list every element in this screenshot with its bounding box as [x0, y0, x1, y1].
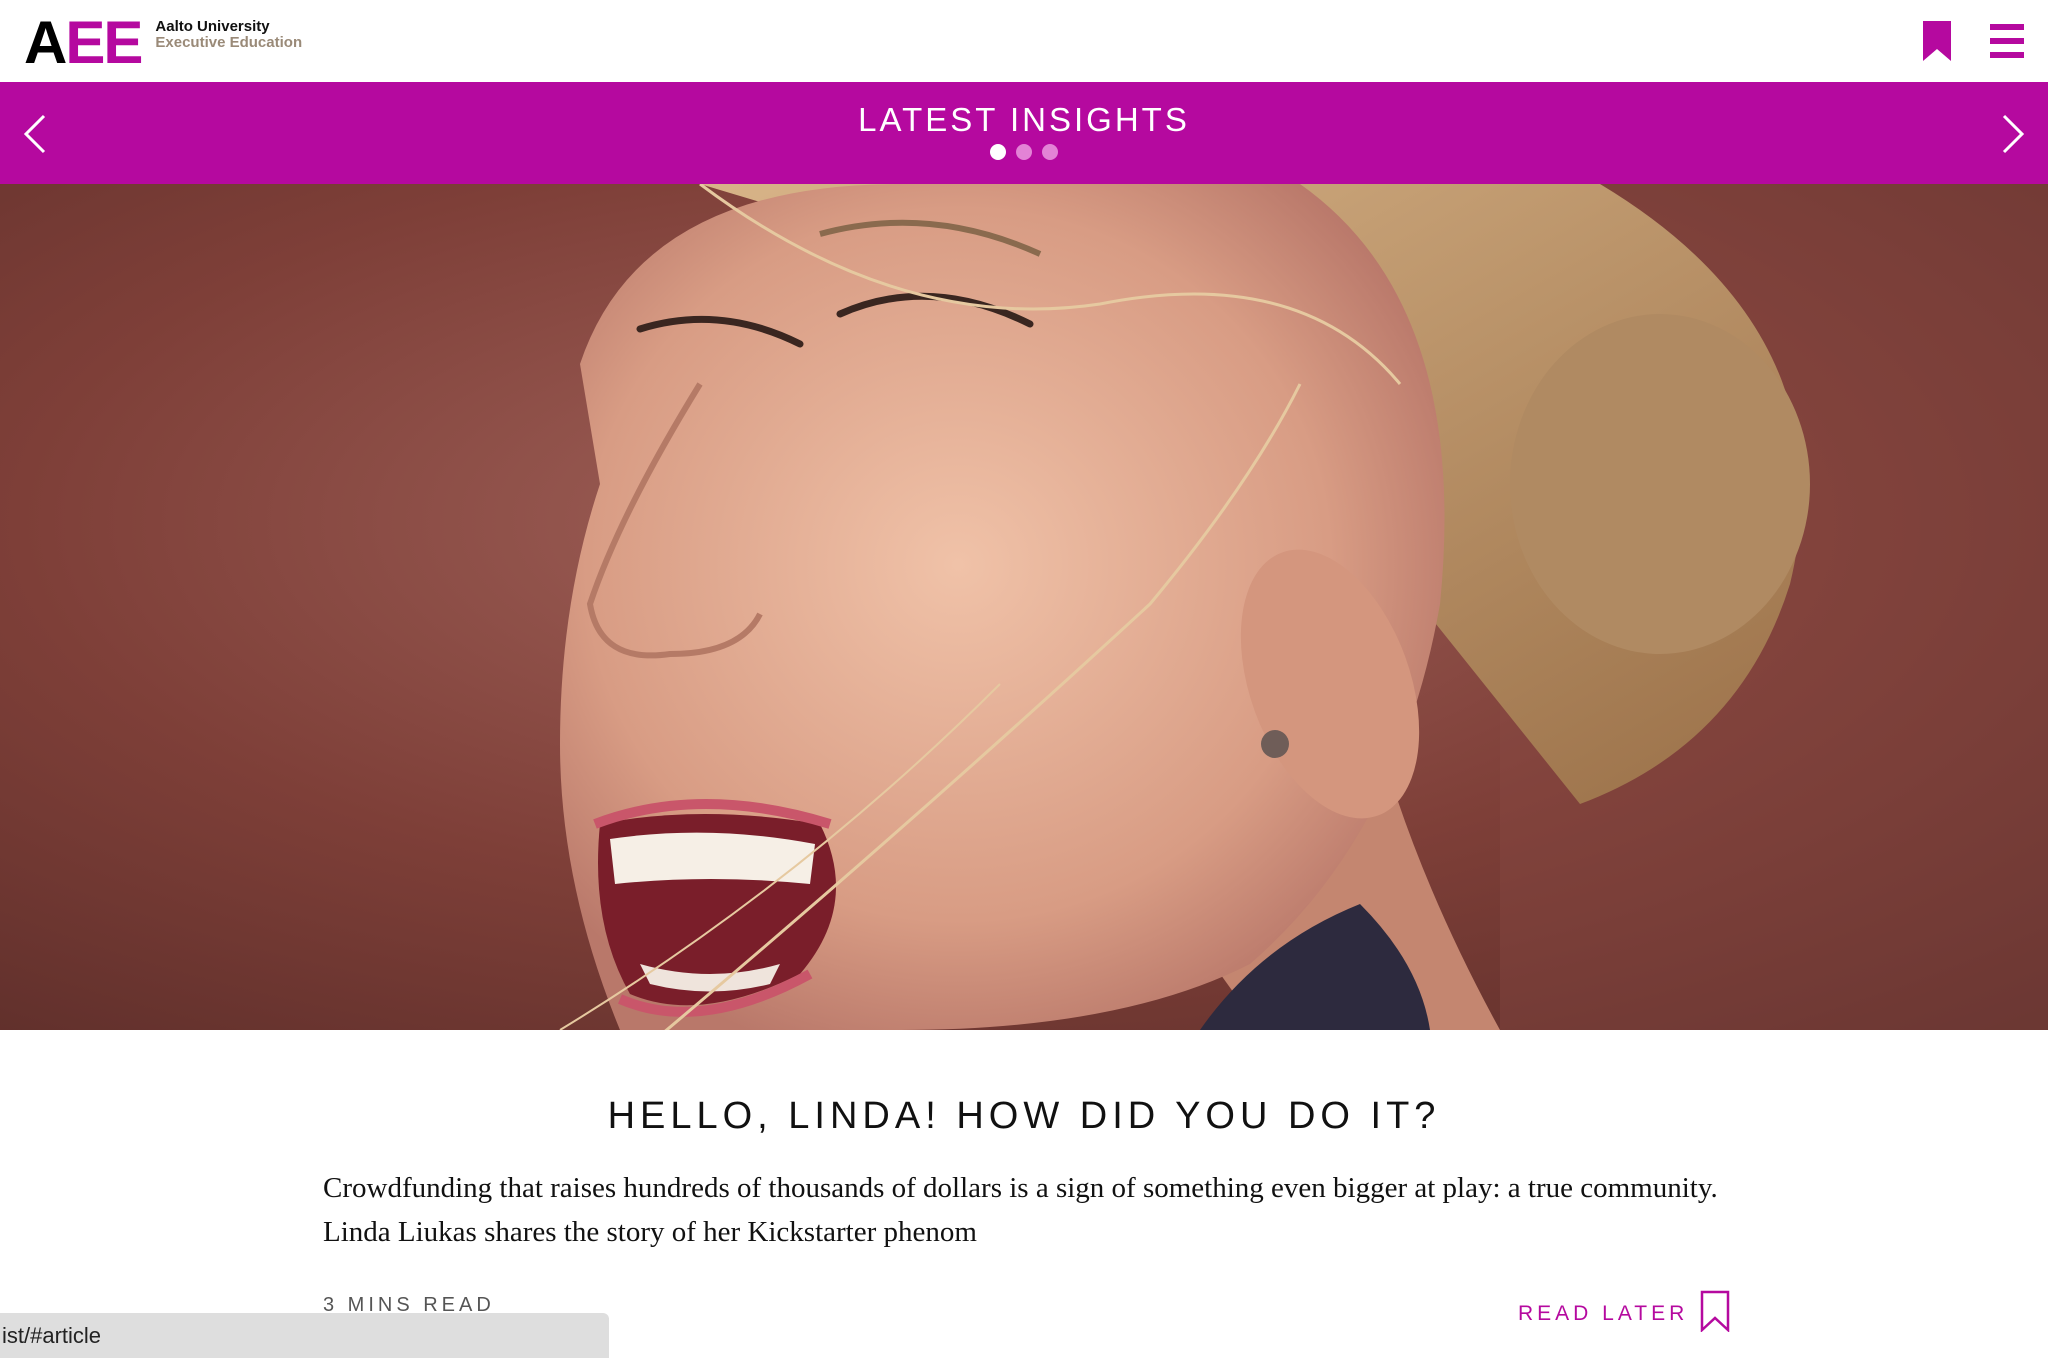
site-header: AEE Aalto University Executive Education	[0, 0, 2048, 82]
read-later-button[interactable]: READ LATER	[1518, 1290, 1730, 1337]
carousel-dot-3[interactable]	[1042, 144, 1058, 160]
insights-carousel-bar: LATEST INSIGHTS	[0, 82, 2048, 184]
read-later-label: READ LATER	[1518, 1301, 1689, 1325]
carousel-pagination	[0, 144, 2048, 160]
hamburger-menu-icon[interactable]	[1990, 22, 2024, 60]
logo-letter-a: A	[24, 9, 67, 76]
browser-status-url: ist/#article	[0, 1313, 609, 1358]
logo-line-university: Aalto University	[155, 18, 270, 35]
hero-photo[interactable]	[0, 184, 2048, 1030]
logo-mark: AEE	[24, 13, 143, 73]
logo-letters-ee: EE	[65, 9, 143, 76]
aee-logo[interactable]: AEE Aalto University Executive Education	[24, 13, 302, 73]
carousel-dot-2[interactable]	[1016, 144, 1032, 160]
logo-text: Aalto University Executive Education	[155, 19, 302, 51]
logo-line-education: Executive Education	[155, 34, 303, 51]
bookmark-outline-icon	[1700, 1290, 1730, 1337]
carousel-dot-1[interactable]	[990, 144, 1006, 160]
carousel-title: LATEST INSIGHTS	[858, 101, 1190, 138]
article-excerpt: Crowdfunding that raises hundreds of tho…	[323, 1172, 1718, 1248]
article-title[interactable]: HELLO, LINDA! HOW DID YOU DO IT?	[0, 1092, 2048, 1140]
bookmark-icon[interactable]	[1921, 19, 1953, 63]
chevron-right-icon[interactable]	[1998, 112, 2028, 156]
